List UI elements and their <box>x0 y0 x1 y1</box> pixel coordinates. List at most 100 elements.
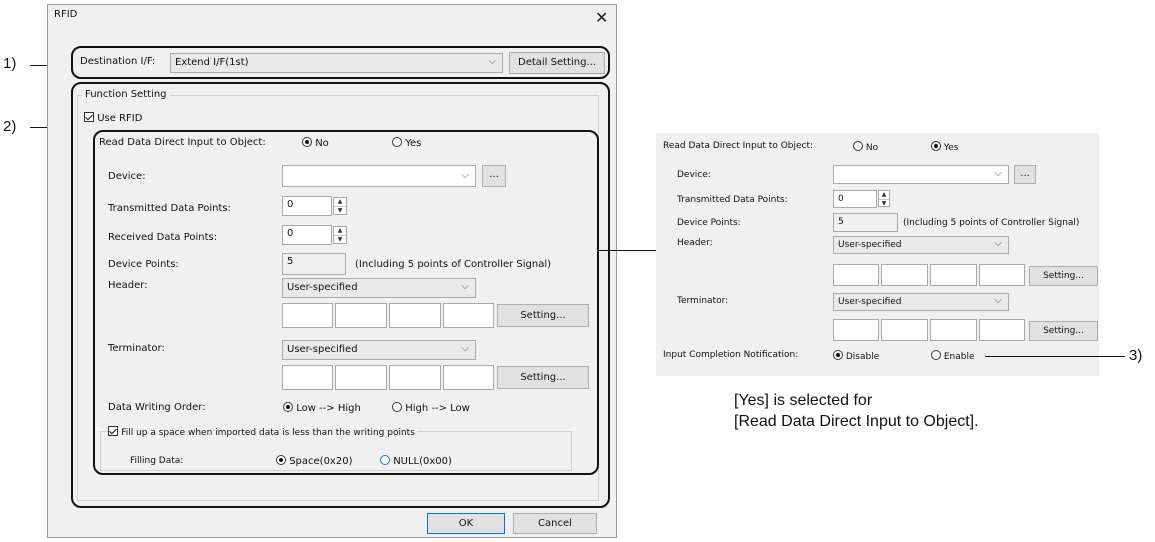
caption-line-1: [Yes] is selected for <box>734 392 873 409</box>
received-label: Received Data Points: <box>108 232 218 243</box>
use-rfid-checkbox[interactable]: Use RFID <box>84 112 142 124</box>
panel-transmitted-spinner[interactable]: ▲ ▼ <box>878 190 890 207</box>
ok-button[interactable]: OK <box>427 513 505 534</box>
fill-checkbox[interactable]: Fill up a space when imported data is le… <box>108 426 417 438</box>
chevron-down-icon: ⌵ <box>994 238 1002 249</box>
function-setting-title: Function Setting <box>82 89 170 100</box>
writing-order-high-low[interactable]: High --> Low <box>392 402 470 414</box>
panel-device-points-note: (Including 5 points of Controller Signal… <box>903 218 1080 228</box>
device-browse-button[interactable]: ... <box>482 165 506 187</box>
radio-selected-icon <box>833 350 843 360</box>
device-points-note: (Including 5 points of Controller Signal… <box>355 259 552 270</box>
panel-direct-no[interactable]: No <box>853 141 878 153</box>
panel-terminator-label: Terminator: <box>677 296 729 306</box>
radio-unselected-icon <box>392 402 402 412</box>
panel-header-setting-button[interactable]: Setting... <box>1029 266 1098 286</box>
panel-terminator-cell[interactable] <box>979 319 1025 341</box>
panel-header-select[interactable]: User-specified ⌵ <box>833 236 1009 254</box>
panel-browse-button[interactable]: ... <box>1014 165 1036 184</box>
panel-notify-disable[interactable]: Disable <box>833 350 879 362</box>
header-cell[interactable] <box>389 303 441 328</box>
terminator-setting-button[interactable]: Setting... <box>497 366 589 389</box>
header-cell[interactable] <box>335 303 387 328</box>
panel-terminator-select[interactable]: User-specified ⌵ <box>833 293 1009 311</box>
direct-input-yes[interactable]: Yes <box>392 137 421 149</box>
radio-selected-icon <box>302 137 312 147</box>
filling-space[interactable]: Space(0x20) <box>276 455 352 467</box>
terminator-cell[interactable] <box>335 365 387 390</box>
terminator-select[interactable]: User-specified ⌵ <box>282 340 476 360</box>
panel-notify-enable[interactable]: Enable <box>931 350 975 362</box>
panel-notify-label: Input Completion Notification: <box>663 350 799 360</box>
chevron-down-icon: ⌵ <box>461 170 469 181</box>
device-points-label: Device Points: <box>108 259 179 270</box>
dialog-title: RFID <box>54 9 78 20</box>
radio-selected-icon <box>931 141 941 151</box>
destination-value: Extend I/F(1st) <box>175 57 249 68</box>
chevron-down-icon: ⌵ <box>461 281 469 292</box>
received-spinner[interactable]: ▲ ▼ <box>333 226 347 244</box>
header-select[interactable]: User-specified ⌵ <box>282 278 476 298</box>
panel-header-cell[interactable] <box>881 264 928 286</box>
panel-header-cell[interactable] <box>833 264 879 286</box>
panel-device-input[interactable]: ⌵ <box>833 165 1009 184</box>
received-input[interactable]: 0 <box>282 225 332 245</box>
panel-terminator-cell[interactable] <box>881 319 928 341</box>
device-input[interactable]: ⌵ <box>282 165 476 187</box>
detail-setting-button[interactable]: Detail Setting... <box>509 52 605 74</box>
radio-unselected-icon <box>853 141 863 151</box>
transmitted-input[interactable]: 0 <box>282 196 332 216</box>
filling-null[interactable]: NULL(0x00) <box>380 455 452 467</box>
panel-terminator-cell[interactable] <box>930 319 977 341</box>
chevron-down-icon: ⌵ <box>461 343 469 354</box>
leader-line-3 <box>985 356 1125 357</box>
panel-header-cell[interactable] <box>930 264 977 286</box>
direct-input-label: Read Data Direct Input to Object: <box>99 137 266 148</box>
chevron-down-icon: ⌵ <box>994 295 1002 306</box>
cancel-button[interactable]: Cancel <box>513 513 597 534</box>
radio-selected-icon <box>283 402 293 412</box>
terminator-cell[interactable] <box>389 365 441 390</box>
header-cell[interactable] <box>282 303 333 328</box>
transmitted-label: Transmitted Data Points: <box>108 203 231 214</box>
radio-selected-icon <box>276 455 286 465</box>
marker-3: 3) <box>1129 347 1143 364</box>
panel-direct-yes[interactable]: Yes <box>931 141 958 153</box>
marker-1: 1) <box>3 55 17 72</box>
panel-device-points-label: Device Points: <box>677 218 741 228</box>
fill-check-icon <box>108 426 118 436</box>
marker-2: 2) <box>3 118 17 135</box>
panel-transmitted-input[interactable]: 0 <box>833 190 877 208</box>
filling-data-label: Filling Data: <box>130 456 184 466</box>
terminator-label: Terminator: <box>108 343 165 354</box>
radio-unselected-icon <box>931 350 941 360</box>
close-icon[interactable]: ✕ <box>595 10 608 26</box>
panel-device-label: Device: <box>677 170 711 180</box>
connector-line <box>599 250 656 251</box>
destination-label: Destination I/F: <box>80 56 156 67</box>
panel-terminator-setting-button[interactable]: Setting... <box>1029 321 1098 341</box>
panel-direct-label: Read Data Direct Input to Object: <box>663 141 814 151</box>
radio-unselected-icon <box>392 137 402 147</box>
panel-terminator-cell[interactable] <box>833 319 879 341</box>
panel-device-points-value: 5 <box>833 213 898 232</box>
panel-transmitted-label: Transmitted Data Points: <box>677 195 788 205</box>
writing-order-low-high[interactable]: Low --> High <box>283 402 361 414</box>
terminator-cell[interactable] <box>443 365 494 390</box>
direct-input-no[interactable]: No <box>302 137 329 149</box>
terminator-cell[interactable] <box>282 365 333 390</box>
panel-header-cell[interactable] <box>979 264 1025 286</box>
caption-line-2: [Read Data Direct Input to Object]. <box>734 413 979 430</box>
header-setting-button[interactable]: Setting... <box>497 304 589 327</box>
destination-select[interactable]: Extend I/F(1st) ⌵ <box>170 53 503 73</box>
transmitted-spinner[interactable]: ▲ ▼ <box>333 197 347 215</box>
writing-order-label: Data Writing Order: <box>108 402 206 413</box>
panel-header-label: Header: <box>677 238 713 248</box>
chevron-down-icon: ⌵ <box>488 56 496 67</box>
header-cell[interactable] <box>443 303 494 328</box>
use-rfid-check-icon <box>84 112 94 122</box>
radio-unselected-icon <box>380 455 390 465</box>
device-points-value: 5 <box>282 253 346 275</box>
header-label: Header: <box>108 280 148 291</box>
chevron-down-icon: ⌵ <box>994 168 1002 179</box>
